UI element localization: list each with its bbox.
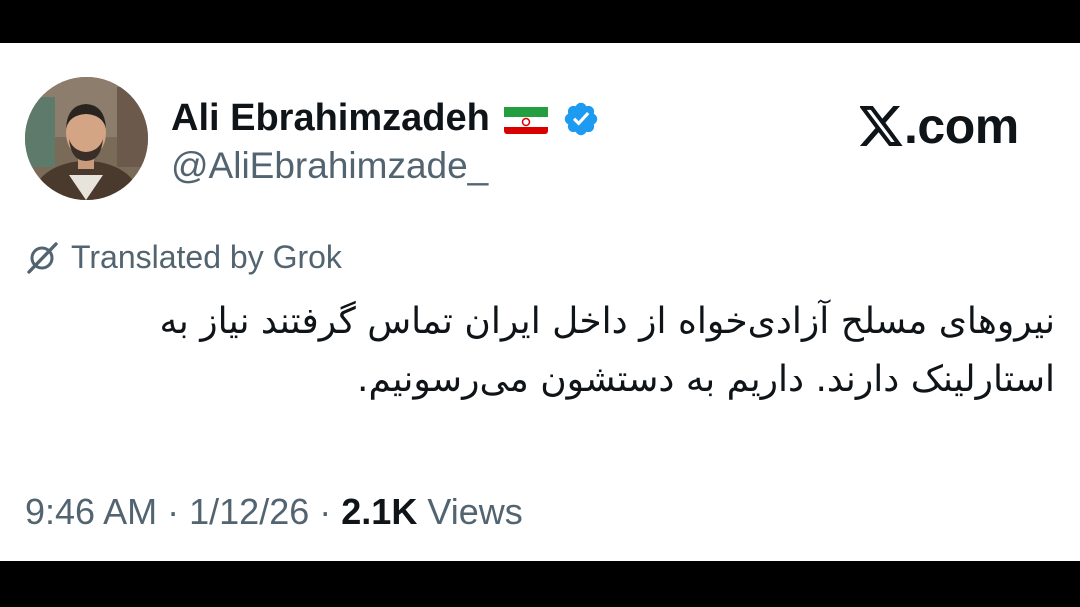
avatar-photo: [25, 77, 148, 200]
verified-badge-icon[interactable]: [562, 100, 600, 138]
author-handle[interactable]: @AliEbrahimzade_: [171, 145, 488, 187]
grok-icon: [25, 240, 61, 276]
meta-separator: ·: [167, 491, 180, 532]
tweet-time[interactable]: 9:46 AM: [25, 491, 157, 532]
tweet-date[interactable]: 1/12/26: [189, 491, 309, 532]
views-count[interactable]: 2.1K: [341, 491, 417, 532]
author-name-row: Ali Ebrahimzadeh: [171, 97, 600, 140]
x-brand: .com: [858, 97, 1019, 155]
tweet-card: Ali Ebrahimzadeh @AliEbrahimzade_ .com T…: [0, 43, 1080, 561]
top-black-bar: [0, 0, 1080, 43]
views-label: Views: [427, 491, 523, 532]
x-domain-text: .com: [904, 98, 1019, 154]
translation-notice: Translated by Grok: [25, 239, 342, 276]
x-logo-icon: [858, 106, 904, 146]
tweet-meta: 9:46 AM · 1/12/26 · 2.1K Views: [25, 491, 523, 533]
translation-label[interactable]: Translated by Grok: [71, 239, 342, 276]
avatar[interactable]: [25, 77, 148, 200]
meta-separator: ·: [319, 491, 332, 532]
author-display-name[interactable]: Ali Ebrahimzadeh: [171, 97, 490, 140]
bottom-black-bar: [0, 561, 1080, 607]
iran-flag-icon: [503, 104, 548, 134]
tweet-body: نیروهای مسلح آزادی‌خواه از داخل ایران تم…: [159, 301, 1055, 400]
